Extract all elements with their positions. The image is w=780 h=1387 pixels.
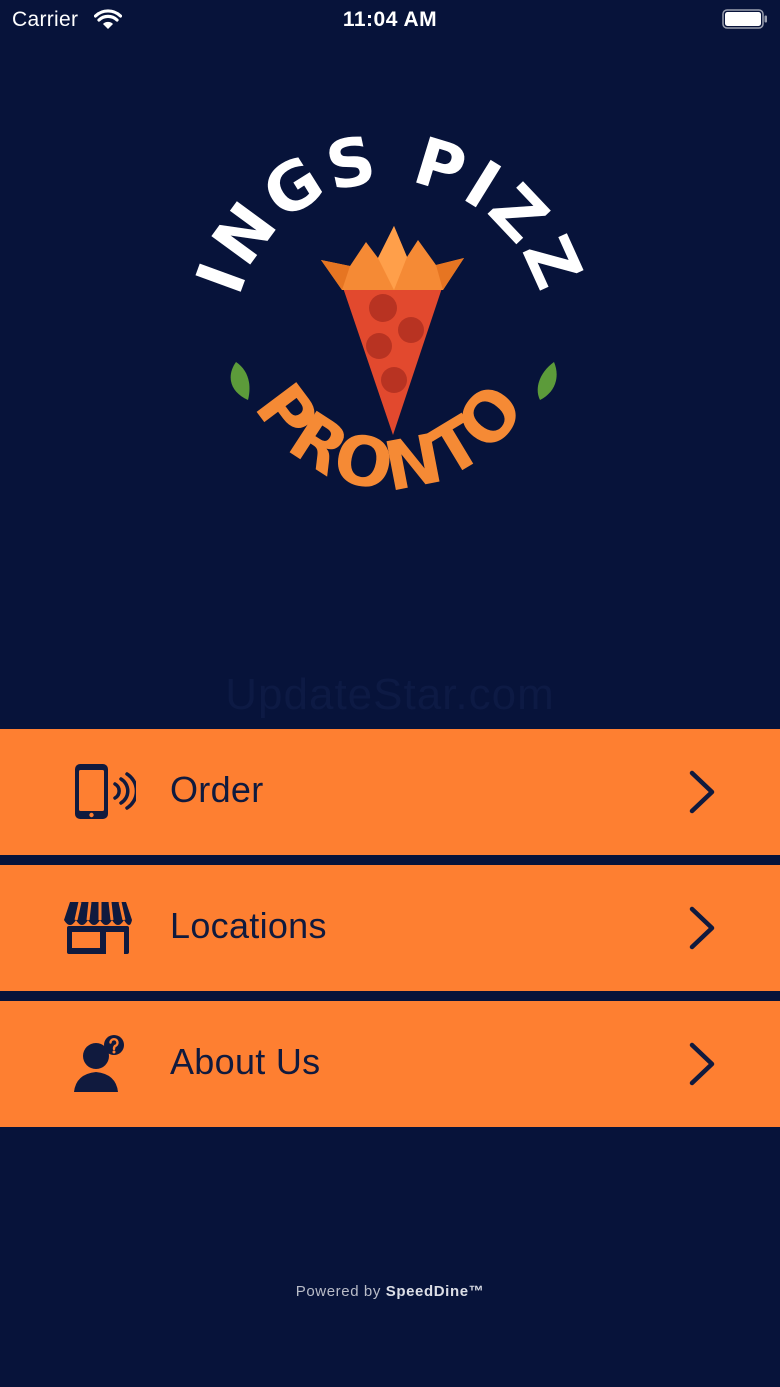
storefront-icon bbox=[64, 901, 132, 954]
footer-brand[interactable]: SpeedDine™ bbox=[386, 1283, 485, 1300]
menu-item-label: Order bbox=[170, 769, 264, 810]
menu-item-label: About Us bbox=[170, 1041, 321, 1082]
chevron-right-icon bbox=[689, 906, 715, 950]
leaf-left-icon bbox=[230, 362, 250, 400]
main-menu: Order Locations About Us bbox=[0, 729, 780, 1137]
kings-pizza-pronto-logo: KINGS PIZZA PRONTO bbox=[190, 130, 590, 508]
clock: 11:04 AM bbox=[342, 8, 438, 31]
chevron-right-icon bbox=[689, 770, 715, 814]
battery-full-icon bbox=[722, 9, 767, 29]
chevron-right-icon bbox=[689, 1042, 715, 1086]
watermark: UpdateStar.com bbox=[225, 670, 555, 719]
menu-item-label: Locations bbox=[170, 905, 327, 946]
status-bar: Carrier 11:04 AM bbox=[0, 0, 780, 40]
footer-prefix: Powered by bbox=[295, 1283, 381, 1300]
menu-item-locations[interactable]: Locations bbox=[0, 865, 780, 991]
smartphone-signal-icon bbox=[75, 764, 136, 819]
leaf-right-icon bbox=[537, 362, 557, 400]
menu-item-order[interactable]: Order bbox=[0, 729, 780, 855]
powered-by-footer: Powered by SpeedDine™ bbox=[0, 1283, 780, 1300]
person-question-icon bbox=[74, 1035, 124, 1092]
pizza-slice-crown-icon bbox=[321, 226, 464, 435]
menu-item-about-us[interactable]: About Us bbox=[0, 1001, 780, 1127]
